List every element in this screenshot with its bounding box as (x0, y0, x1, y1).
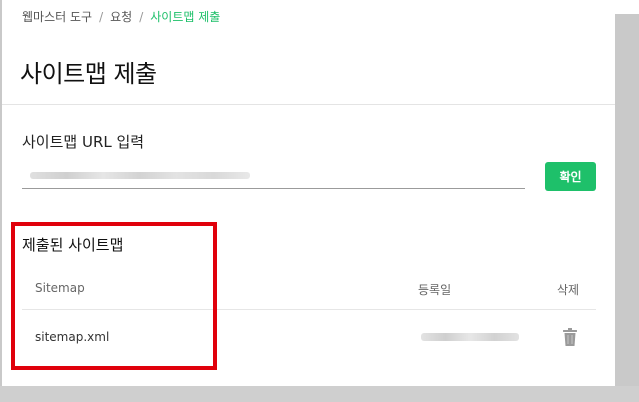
breadcrumb: 웹마스터 도구 / 요청 / 사이트맵 제출 (22, 8, 220, 25)
blurred-url-text (30, 172, 250, 179)
blurred-registered-date (421, 333, 519, 341)
breadcrumb-item-current: 사이트맵 제출 (150, 10, 221, 24)
breadcrumb-separator: / (139, 10, 144, 24)
breadcrumb-separator: / (99, 10, 104, 24)
breadcrumb-item-webmaster-tools[interactable]: 웹마스터 도구 (22, 10, 92, 24)
right-shade (615, 14, 639, 386)
highlight-box (11, 222, 217, 370)
column-header-delete: 삭제 (557, 283, 580, 297)
sitemap-url-label: 사이트맵 URL 입력 (22, 133, 145, 151)
title-divider (2, 104, 615, 105)
confirm-button[interactable]: 확인 (545, 162, 596, 191)
column-header-registered-date: 등록일 (418, 283, 452, 297)
breadcrumb-item-request[interactable]: 요청 (110, 10, 132, 24)
bottom-shade (0, 386, 639, 402)
page-title: 사이트맵 제출 (20, 60, 157, 88)
trash-icon[interactable] (562, 328, 578, 346)
